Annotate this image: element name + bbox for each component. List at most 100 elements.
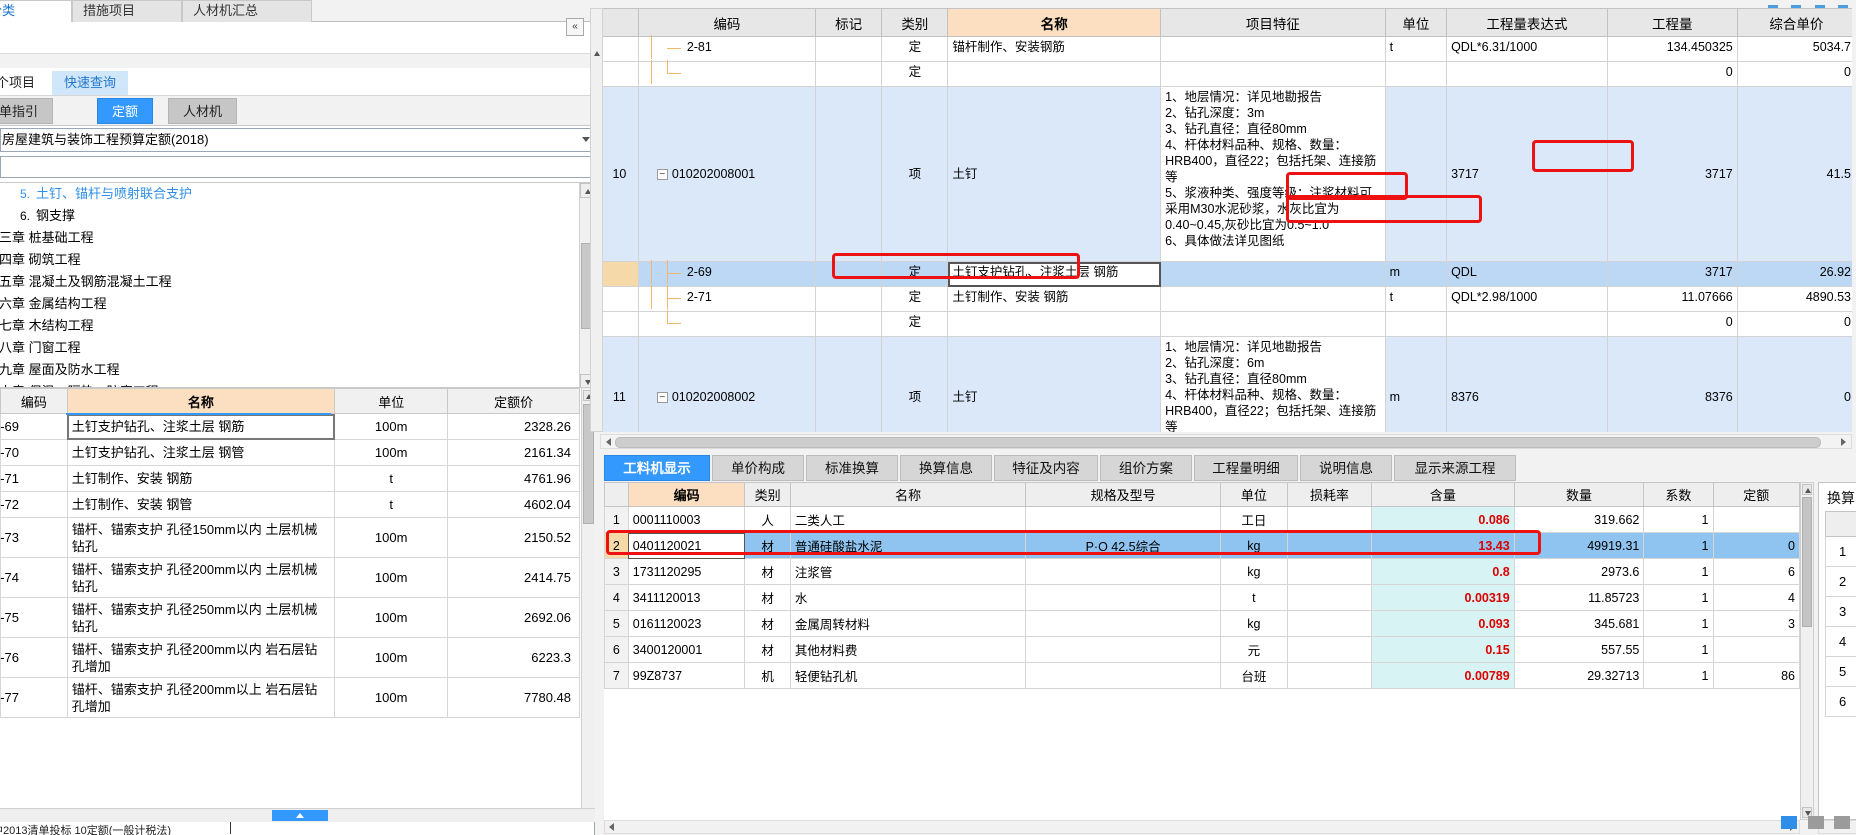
table-row[interactable]: 5 0161120023 材 金属周转材料 kg 0.093 345.681 1… — [604, 610, 1800, 637]
tab-shuoming-xinxi[interactable]: 说明信息 — [1300, 455, 1392, 481]
tree-item[interactable]: 5. 土钉、锚杆与喷射联合支护 — [0, 183, 594, 205]
quota-chapter-tree[interactable]: 5.土钉、锚杆与喷射联合支护 6.钢支撑 第三章 桩基础工程 第四章 砌筑工程 … — [0, 182, 595, 388]
cell-code[interactable]: 0401120021 — [627, 532, 746, 559]
table-row[interactable]: 6 单价 23.28 — [1824, 686, 1856, 717]
table-row[interactable]: 定 0 0 — [600, 60, 1852, 87]
expander-collapse-icon[interactable]: − — [656, 169, 668, 181]
quota-search-input[interactable] — [0, 156, 595, 178]
col-spec[interactable]: 规格及型号 — [1025, 482, 1221, 507]
table-row[interactable]: 2-71 定 土钉制作、安装 钢筋 t QDL*2.98/1000 11.076… — [600, 285, 1852, 312]
table-row[interactable]: 2-74 锚杆、锚索支护 孔径200mm以内 土层机械钻孔 100m 2414.… — [0, 557, 580, 598]
tray-icon-1[interactable] — [1781, 816, 1798, 830]
scrollbar-thumb[interactable] — [272, 810, 328, 821]
table-row[interactable]: 2 0401120021 材 普通硅酸盐水泥 P·O 42.5综合 kg 13.… — [604, 532, 1800, 559]
tab-dinge[interactable]: 定额 — [97, 98, 154, 124]
scroll-up-icon[interactable] — [1802, 484, 1812, 495]
chevron-down-icon[interactable] — [582, 137, 590, 142]
col-name[interactable]: 名称 — [66, 388, 336, 414]
button-kuaisuchaxun[interactable]: 快速查询 — [52, 71, 129, 95]
col-name[interactable]: 名称 — [947, 8, 1162, 37]
col-unit[interactable]: 单位 — [334, 388, 449, 414]
scroll-left-icon[interactable] — [607, 823, 616, 832]
col-content[interactable]: 含量 — [1371, 482, 1515, 507]
tray-icon-3[interactable] — [1834, 816, 1850, 830]
table-row[interactable]: 定 0 0 — [600, 310, 1852, 337]
boq-horizontal-scrollbar[interactable] — [600, 434, 1852, 449]
expander-collapse-icon[interactable]: − — [656, 391, 668, 403]
col-expression[interactable]: 工程量表达式 — [1446, 8, 1608, 37]
tray-icon-2[interactable] — [1807, 816, 1824, 830]
table-row[interactable]: 7 99Z8737 机 轻便钻孔机 台班 0.00789 29.32713 1 … — [604, 662, 1800, 689]
tab-danjia-goucheng[interactable]: 单价构成 — [712, 455, 804, 481]
table-row[interactable]: 2-71 土钉制作、安装 钢筋 t 4761.96 — [0, 465, 580, 492]
tab-zujia-fangan[interactable]: 组价方案 — [1100, 455, 1192, 481]
col-kind[interactable]: 类别 — [744, 482, 791, 507]
col-price[interactable]: 定额价 — [447, 388, 580, 414]
tab-rencaijihuizong[interactable]: 人材机汇总 — [182, 0, 312, 22]
table-row[interactable]: 2-73 锚杆、锚索支护 孔径150mm以内 土层机械钻孔 100m 2150.… — [0, 517, 580, 558]
table-row[interactable]: 2-77 锚杆、锚索支护 孔径200mm以上 岩石层钻孔增加 100m 7780… — [0, 677, 580, 718]
table-row[interactable]: 6 3400120001 材 其他材料费 元 0.15 557.55 1 — [604, 636, 1800, 663]
material-detail-grid[interactable]: 编码 类别 名称 规格及型号 单位 损耗率 含量 数量 系数 定额 1 0001… — [604, 482, 1800, 820]
col-coefficient[interactable]: 系数 — [1643, 482, 1714, 507]
tab-tezheng-jineirong[interactable]: 特征及内容 — [994, 455, 1098, 481]
table-row[interactable]: 4 3411120013 材 水 t 0.00319 11.85723 1 4 — [604, 584, 1800, 611]
col-kind[interactable]: 类别 — [881, 8, 949, 37]
material-grid-vertical-scrollbar[interactable] — [1800, 482, 1814, 820]
quota-library-select[interactable]: 省房屋建筑与装饰工程预算定额(2018) — [0, 128, 595, 152]
col-code[interactable]: 编码 — [0, 388, 68, 414]
tree-item[interactable]: 第六章 金属结构工程 — [0, 293, 594, 315]
table-row[interactable]: 3 1731120295 材 注浆管 kg 0.8 2973.6 1 6 — [604, 558, 1800, 585]
table-row[interactable]: 4 设备 0 — [1824, 626, 1856, 657]
col-name[interactable]: 名称 — [789, 482, 1027, 507]
quota-table-vertical-scrollbar[interactable] — [581, 388, 595, 808]
scroll-right-icon[interactable] — [1839, 437, 1849, 447]
table-row[interactable]: 5 主材 0 — [1824, 656, 1856, 687]
table-row[interactable]: 10 −010202008001 项 土钉 1、地层情况：详见地勘报告 2、钻孔… — [600, 86, 1852, 262]
table-row[interactable]: 2 材料 9.92 — [1824, 566, 1856, 597]
col-code[interactable]: 编码 — [627, 482, 746, 507]
table-row[interactable]: 2-76 锚杆、锚索支护 孔径200mm以内 岩石层钻孔增加 100m 6223… — [0, 637, 580, 678]
col-unitprice[interactable]: 综合单价 — [1736, 8, 1852, 37]
tab-rencaiji[interactable]: 人材机 — [168, 98, 238, 124]
table-row[interactable]: 2-69 定 土钉支护钻孔、注浆土层 钢筋 m QDL 3717 26.92 — [600, 260, 1852, 287]
table-row[interactable]: 2-70 土钉支护钻孔、注浆土层 钢管 100m 2161.34 — [0, 439, 580, 466]
quota-result-table[interactable]: 编码 名称 单位 定额价 2-69 土钉支护钻孔、注浆土层 钢筋 100m 23… — [0, 388, 595, 808]
table-row[interactable]: 3 机械 1.75 — [1824, 596, 1856, 627]
boq-grid[interactable]: 编码 标记 类别 名称 项目特征 单位 工程量表达式 工程量 综合单价 2-81… — [600, 8, 1852, 432]
tab-danzhiyin[interactable]: 单指引 — [0, 98, 54, 124]
col-lossrate[interactable]: 损耗率 — [1286, 482, 1373, 507]
tab-xianshi-laiyuan-gongcheng[interactable]: 显示来源工程 — [1394, 455, 1516, 481]
col-mark[interactable]: 标记 — [815, 8, 883, 37]
tab-fenlei[interactable]: 分类 — [0, 0, 72, 22]
tree-item[interactable]: 第十章 保温、隔热、防腐工程 — [0, 381, 594, 387]
tree-item[interactable]: 第三章 桩基础工程 — [0, 227, 594, 249]
table-row[interactable]: 1 0001110003 人 二类人工 工日 0.086 319.662 1 — [604, 506, 1800, 533]
tab-biaozhun-huansuan[interactable]: 标准换算 — [806, 455, 898, 481]
table-row[interactable]: 1 人工 11.61 — [1824, 536, 1856, 567]
col-quota[interactable]: 定额 — [1712, 482, 1800, 507]
col-rownum[interactable] — [600, 8, 639, 37]
tab-huansuan-xinxi[interactable]: 换算信息 — [900, 455, 992, 481]
tree-item[interactable]: 6. 钢支撑 — [0, 205, 594, 227]
tree-item[interactable]: 第四章 砌筑工程 — [0, 249, 594, 271]
scrollbar-thumb[interactable] — [1802, 497, 1812, 627]
tree-item[interactable]: 第九章 屋面及防水工程 — [0, 359, 594, 381]
col-code[interactable]: 编码 — [637, 8, 817, 37]
scroll-up-icon[interactable] — [592, 49, 602, 59]
col-quantity[interactable]: 工程量 — [1606, 8, 1738, 37]
table-row[interactable]: 2-69 土钉支护钻孔、注浆土层 钢筋 100m 2328.26 — [0, 413, 580, 440]
table-row[interactable]: 2-72 土钉制作、安装 钢管 t 4602.04 — [0, 491, 580, 518]
tree-item[interactable]: 第八章 门窗工程 — [0, 337, 594, 359]
table-row[interactable]: 2-81 定 锚杆制作、安装钢筋 t QDL*6.31/1000 134.450… — [600, 35, 1852, 62]
col-unit[interactable]: 单位 — [1219, 482, 1288, 507]
tree-item[interactable]: 第七章 木结构工程 — [0, 315, 594, 337]
col-feature[interactable]: 项目特征 — [1160, 8, 1386, 37]
material-horizontal-scrollbar[interactable] — [604, 820, 1800, 834]
tab-gongliaoji-xianshi[interactable]: 工料机显示 — [604, 455, 710, 481]
table-row[interactable]: 11 −010202008002 项 土钉 1、地层情况：详见地勘报告 2、钻孔… — [600, 336, 1852, 432]
scroll-left-icon[interactable] — [603, 437, 613, 447]
cell-name[interactable]: 土钉支护钻孔、注浆土层 钢筋 — [947, 261, 1162, 287]
tab-gongchengliang-mingxi[interactable]: 工程量明细 — [1194, 455, 1298, 481]
scrollbar-thumb[interactable] — [615, 437, 1821, 448]
